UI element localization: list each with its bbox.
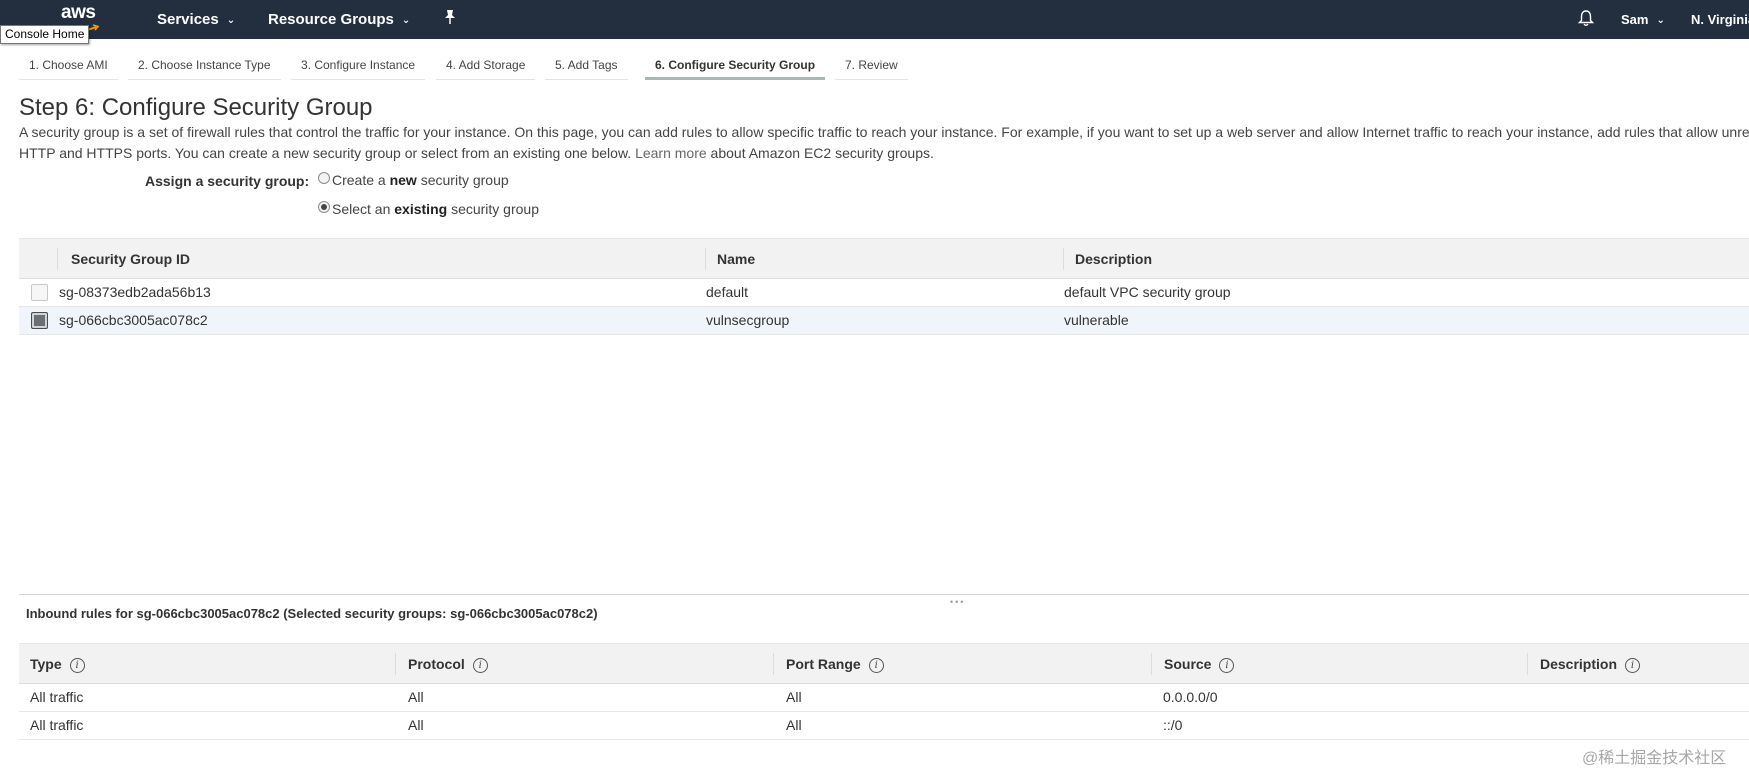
radio-label-pre: Create a (332, 172, 386, 188)
cell-security-group-id: sg-08373edb2ada56b13 (59, 284, 211, 300)
description-line-1: A security group is a set of firewall ru… (19, 124, 1749, 140)
cell-description: vulnerable (1064, 312, 1129, 328)
cell-port-range: All (786, 717, 802, 733)
pin-icon[interactable] (443, 9, 457, 30)
cell-protocol: All (408, 689, 424, 705)
radio-select-existing[interactable] (318, 201, 330, 213)
info-icon[interactable]: i (1625, 658, 1641, 673)
learn-more-link[interactable]: Learn more (635, 145, 707, 161)
column-header-security-group-id[interactable]: Security Group ID (71, 239, 190, 279)
inbound-rules-title: Inbound rules for sg-066cbc3005ac078c2 (… (26, 606, 598, 621)
aws-logo-text: aws (61, 2, 96, 23)
radio-create-new[interactable] (318, 172, 330, 184)
cell-protocol: All (408, 717, 424, 733)
cell-source: ::/0 (1163, 717, 1183, 733)
select-existing-security-group-option[interactable]: Select an existing security group (318, 201, 539, 217)
info-icon[interactable]: i (69, 658, 85, 673)
step-add-tags[interactable]: 5. Add Tags (545, 52, 628, 80)
radio-label-pre: Select an (332, 201, 391, 217)
row-checkbox-checked[interactable] (31, 312, 48, 329)
table-row: All traffic All All 0.0.0.0/0 (19, 684, 1749, 712)
splitter-grip-icon[interactable]: ••• (950, 597, 965, 607)
header-source-label: Source (1164, 656, 1212, 672)
chevron-down-icon: ⌄ (226, 15, 236, 26)
radio-label-post: security group (451, 201, 539, 217)
step-configure-instance[interactable]: 3. Configure Instance (291, 52, 426, 80)
cell-name: vulnsecgroup (706, 312, 790, 328)
radio-label-post: security group (420, 172, 509, 188)
column-header-type: Type i (30, 644, 85, 684)
column-divider (395, 653, 396, 675)
column-header-name[interactable]: Name (717, 239, 755, 279)
assign-security-group-label: Assign a security group: (145, 173, 310, 189)
top-navigation-bar: aws Services ⌄ Resource Groups ⌄ Sam ⌄ N. V… (0, 0, 1749, 39)
user-menu[interactable]: Sam ⌄ (1621, 12, 1665, 27)
column-divider (57, 248, 58, 270)
cell-source: 0.0.0.0/0 (1163, 689, 1218, 705)
row-checkbox[interactable] (31, 284, 48, 301)
column-divider (773, 653, 774, 675)
cell-name: default (706, 284, 749, 300)
chevron-down-icon: ⌄ (401, 15, 411, 26)
cell-description: default VPC security group (1064, 284, 1231, 300)
watermark: @稀土掘金技术社区 (1582, 750, 1727, 767)
resource-groups-label: Resource Groups (268, 11, 394, 28)
panel-splitter[interactable] (19, 594, 1749, 595)
step-review[interactable]: 7. Review (835, 52, 908, 80)
column-divider (705, 248, 706, 270)
console-home-tooltip: Console Home (0, 25, 90, 44)
create-new-security-group-option[interactable]: Create a new security group (318, 172, 509, 188)
step-configure-security-group[interactable]: 6. Configure Security Group (645, 52, 826, 80)
column-divider (1151, 653, 1152, 675)
cell-type: All traffic (30, 689, 84, 705)
chevron-down-icon: ⌄ (1656, 15, 1665, 26)
description-text-tail: about Amazon EC2 security groups. (710, 145, 934, 161)
radio-label-bold: existing (394, 201, 448, 217)
description-text: HTTP and HTTPS ports. You can create a n… (19, 145, 632, 161)
region-name: N. Virginia (1691, 12, 1749, 27)
header-protocol-label: Protocol (408, 656, 465, 672)
column-header-port-range: Port Range i (786, 644, 884, 684)
step-choose-ami[interactable]: 1. Choose AMI (19, 52, 118, 80)
step-add-storage[interactable]: 4. Add Storage (436, 52, 536, 80)
column-header-source: Source i (1164, 644, 1235, 684)
column-header-description[interactable]: Description (1075, 239, 1152, 279)
page-description: A security group is a set of firewall ru… (19, 122, 1749, 164)
column-divider (1527, 653, 1528, 675)
step-choose-instance-type[interactable]: 2. Choose Instance Type (128, 52, 281, 80)
info-icon[interactable]: i (1219, 658, 1235, 673)
header-port-range-label: Port Range (786, 656, 861, 672)
cell-port-range: All (786, 689, 802, 705)
cell-security-group-id: sg-066cbc3005ac078c2 (59, 312, 208, 328)
bell-icon[interactable] (1577, 9, 1595, 31)
table-row-selected[interactable]: sg-066cbc3005ac078c2 vulnsecgroup vulner… (19, 307, 1749, 335)
user-name: Sam (1621, 12, 1649, 27)
security-group-table: Security Group ID Name Description sg-08… (19, 238, 1749, 335)
resource-groups-menu[interactable]: Resource Groups ⌄ (268, 11, 410, 28)
cell-type: All traffic (30, 717, 84, 733)
column-header-description: Description i (1540, 644, 1641, 684)
header-type-label: Type (30, 656, 62, 672)
info-icon[interactable]: i (472, 658, 488, 673)
column-divider (1063, 248, 1064, 270)
radio-label-bold: new (389, 172, 417, 188)
services-menu[interactable]: Services ⌄ (157, 11, 235, 28)
table-row[interactable]: sg-08373edb2ada56b13 default default VPC… (19, 279, 1749, 307)
table-row: All traffic All All ::/0 (19, 712, 1749, 740)
inbound-rules-table: Type i Protocol i Port Range i Source i Desc… (19, 643, 1749, 740)
page-title: Step 6: Configure Security Group (19, 94, 373, 121)
region-menu[interactable]: N. Virginia (1691, 12, 1749, 27)
column-header-protocol: Protocol i (408, 644, 488, 684)
table-header: Type i Protocol i Port Range i Source i Desc… (19, 643, 1749, 684)
info-icon[interactable]: i (868, 658, 884, 673)
header-description-label: Description (1540, 656, 1618, 672)
table-header: Security Group ID Name Description (19, 238, 1749, 279)
services-label: Services (157, 11, 219, 28)
description-line-2: HTTP and HTTPS ports. You can create a n… (19, 143, 1749, 164)
